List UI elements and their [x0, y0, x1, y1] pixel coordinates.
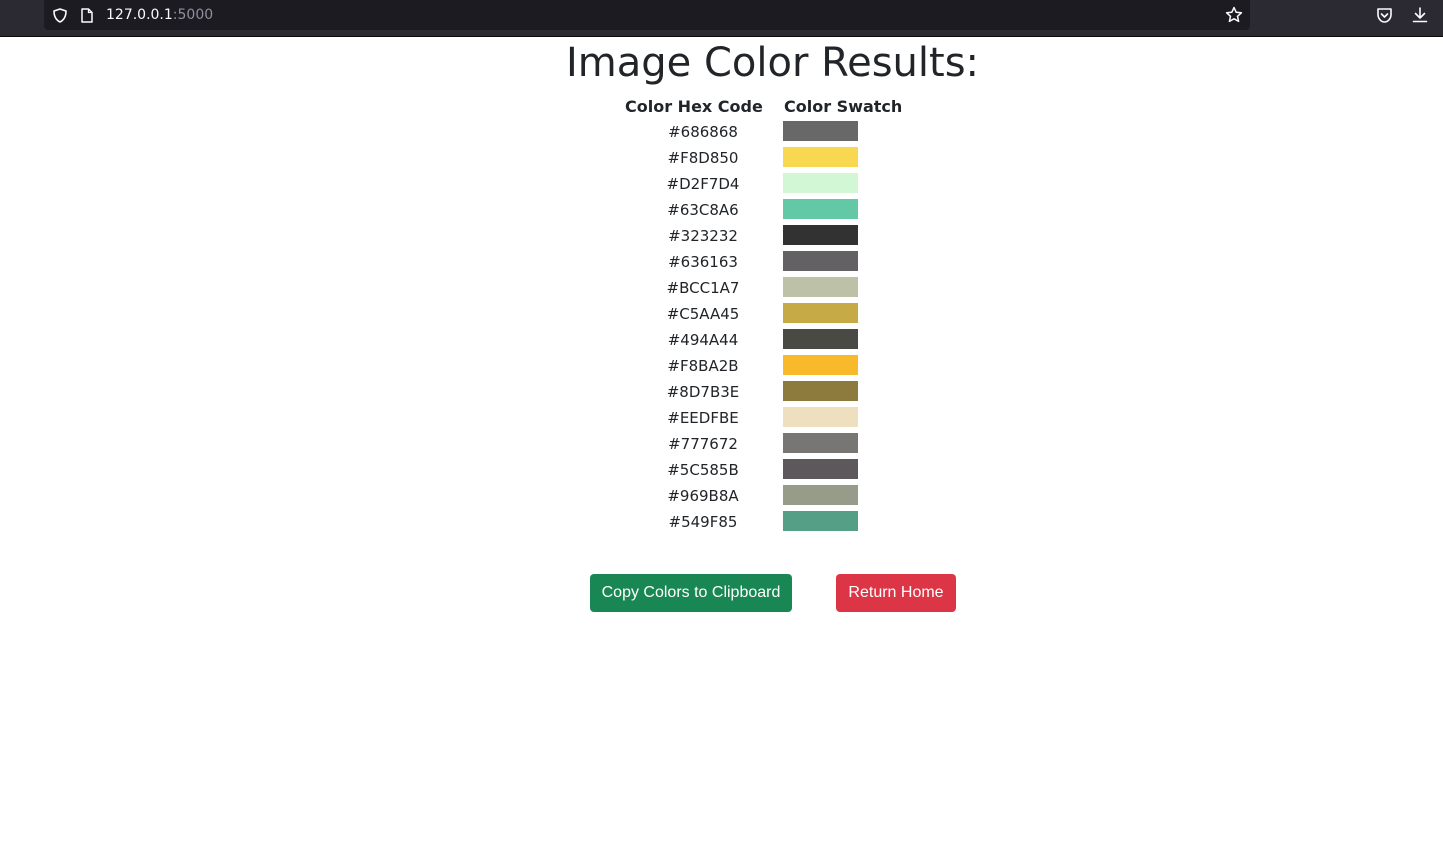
url-text[interactable]: 127.0.0.1:5000 [106, 7, 213, 23]
color-hex-code: #D2F7D4 [666, 175, 740, 193]
color-swatch [783, 173, 858, 193]
color-swatch [783, 381, 858, 401]
color-hex-code: #323232 [668, 227, 738, 245]
table-row: #F8BA2B [640, 353, 940, 379]
color-hex-code: #C5AA45 [666, 305, 740, 323]
column-header-hex: Color Hex Code [625, 97, 763, 116]
color-swatch [783, 225, 858, 245]
shield-icon[interactable] [53, 8, 67, 23]
table-row: #5C585B [640, 457, 940, 483]
table-row: #C5AA45 [640, 301, 940, 327]
color-table: #686868 #F8D850 #D2F7D4 #63C8A6 #323232 #6361… [640, 119, 940, 535]
color-hex-code: #EEDFBE [667, 409, 739, 427]
column-header-swatch: Color Swatch [784, 97, 903, 116]
url-port: :5000 [172, 7, 214, 23]
browser-toolbar: 127.0.0.1:5000 [0, 0, 1443, 37]
color-swatch [783, 303, 858, 323]
table-row: #686868 [640, 119, 940, 145]
color-hex-code: #969B8A [667, 487, 739, 505]
color-swatch [783, 199, 858, 219]
table-row: #494A44 [640, 327, 940, 353]
color-swatch [783, 329, 858, 349]
color-hex-code: #63C8A6 [667, 201, 739, 219]
table-row: #63C8A6 [640, 197, 940, 223]
download-icon[interactable] [1411, 6, 1429, 24]
table-row: #636163 [640, 249, 940, 275]
color-hex-code: #8D7B3E [666, 383, 740, 401]
color-hex-code: #777672 [668, 435, 738, 453]
color-hex-code: #636163 [668, 253, 738, 271]
color-hex-code: #686868 [668, 123, 738, 141]
table-row: #F8D850 [640, 145, 940, 171]
color-swatch [783, 485, 858, 505]
color-swatch [783, 251, 858, 271]
table-row: #BCC1A7 [640, 275, 940, 301]
color-hex-code: #F8BA2B [667, 357, 739, 375]
table-row: #969B8A [640, 483, 940, 509]
address-bar[interactable] [44, 0, 1250, 30]
color-hex-code: #BCC1A7 [666, 279, 740, 297]
page-icon [81, 8, 93, 23]
color-swatch [783, 407, 858, 427]
copy-colors-button[interactable]: Copy Colors to Clipboard [590, 574, 792, 612]
color-hex-code: #494A44 [667, 331, 739, 349]
color-swatch [783, 355, 858, 375]
table-row: #323232 [640, 223, 940, 249]
page-title: Image Color Results: [565, 40, 980, 86]
table-row: #D2F7D4 [640, 171, 940, 197]
table-row: #549F85 [640, 509, 940, 535]
return-home-button[interactable]: Return Home [836, 574, 956, 612]
table-row: #777672 [640, 431, 940, 457]
bookmark-star-icon[interactable] [1225, 6, 1243, 24]
color-swatch [783, 511, 858, 531]
color-hex-code: #549F85 [668, 513, 738, 531]
pocket-icon[interactable] [1376, 7, 1393, 24]
color-swatch [783, 277, 858, 297]
table-row: #EEDFBE [640, 405, 940, 431]
color-swatch [783, 459, 858, 479]
color-swatch [783, 121, 858, 141]
table-row: #8D7B3E [640, 379, 940, 405]
color-hex-code: #5C585B [667, 461, 739, 479]
color-swatch [783, 433, 858, 453]
color-swatch [783, 147, 858, 167]
url-host: 127.0.0.1 [106, 7, 173, 23]
color-hex-code: #F8D850 [667, 149, 739, 167]
